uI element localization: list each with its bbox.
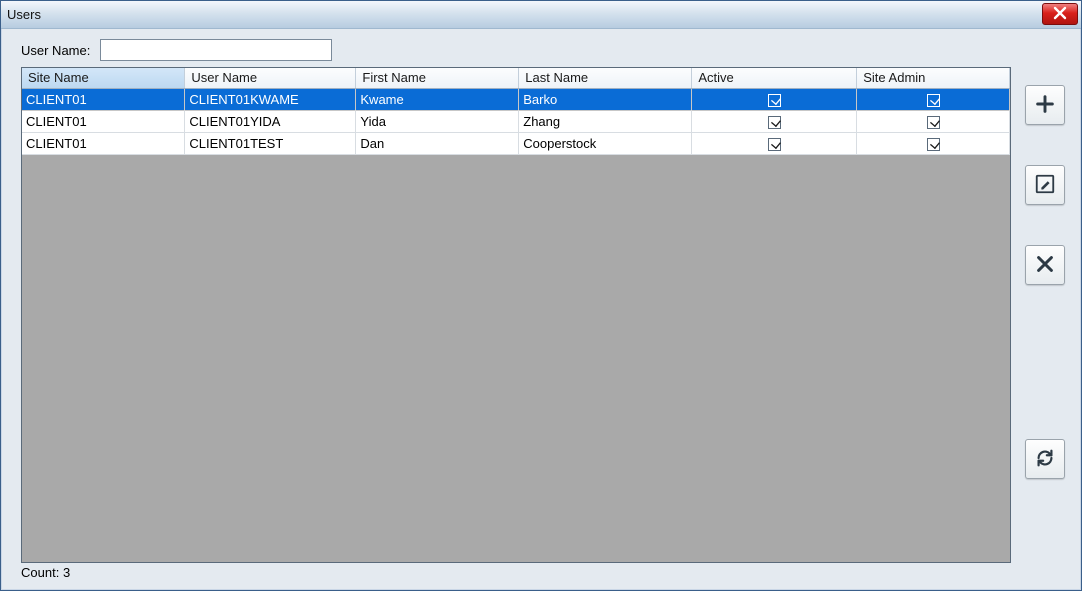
cell-last-name: Zhang bbox=[519, 110, 692, 132]
cell-site-admin bbox=[857, 132, 1010, 154]
plus-icon bbox=[1034, 93, 1056, 118]
cell-active bbox=[692, 132, 857, 154]
cell-first-name: Kwame bbox=[356, 88, 519, 110]
table-row[interactable]: CLIENT01CLIENT01TESTDanCooperstock bbox=[22, 132, 1010, 154]
cell-first-name: Dan bbox=[356, 132, 519, 154]
cell-site-name: CLIENT01 bbox=[22, 132, 185, 154]
column-header-site-name[interactable]: Site Name bbox=[22, 68, 185, 88]
checkbox-active[interactable] bbox=[768, 138, 781, 151]
cell-site-name: CLIENT01 bbox=[22, 110, 185, 132]
close-button[interactable] bbox=[1042, 3, 1078, 25]
window-body: User Name: Site NameUser NameFirst NameL… bbox=[1, 29, 1081, 590]
add-button[interactable] bbox=[1025, 85, 1065, 125]
delete-button[interactable] bbox=[1025, 245, 1065, 285]
checkbox-site-admin[interactable] bbox=[927, 138, 940, 151]
count-value: 3 bbox=[63, 565, 70, 580]
checkbox-active[interactable] bbox=[768, 116, 781, 129]
row-count: Count: 3 bbox=[21, 565, 1011, 580]
titlebar: Users bbox=[1, 1, 1081, 29]
column-header-first-name[interactable]: First Name bbox=[356, 68, 519, 88]
cell-user-name: CLIENT01KWAME bbox=[185, 88, 356, 110]
checkbox-active[interactable] bbox=[768, 94, 781, 107]
side-toolbar bbox=[1025, 85, 1067, 285]
count-label: Count: bbox=[21, 565, 59, 580]
cell-user-name: CLIENT01TEST bbox=[185, 132, 356, 154]
column-header-site-admin[interactable]: Site Admin bbox=[857, 68, 1010, 88]
cell-first-name: Yida bbox=[356, 110, 519, 132]
window-title: Users bbox=[7, 7, 41, 22]
users-window: Users User Name: Site NameUser NameFirst… bbox=[0, 0, 1082, 591]
pencil-icon bbox=[1034, 173, 1056, 198]
close-icon bbox=[1053, 6, 1067, 23]
table-row[interactable]: CLIENT01CLIENT01KWAMEKwameBarko bbox=[22, 88, 1010, 110]
cell-user-name: CLIENT01YIDA bbox=[185, 110, 356, 132]
cell-last-name: Barko bbox=[519, 88, 692, 110]
cell-site-admin bbox=[857, 110, 1010, 132]
cell-site-admin bbox=[857, 88, 1010, 110]
filter-row: User Name: bbox=[21, 39, 1011, 61]
cell-active bbox=[692, 110, 857, 132]
checkbox-site-admin[interactable] bbox=[927, 116, 940, 129]
refresh-slot bbox=[1025, 439, 1067, 479]
edit-button[interactable] bbox=[1025, 165, 1065, 205]
table-row[interactable]: CLIENT01CLIENT01YIDAYidaZhang bbox=[22, 110, 1010, 132]
column-header-user-name[interactable]: User Name bbox=[185, 68, 356, 88]
users-table: Site NameUser NameFirst NameLast NameAct… bbox=[22, 68, 1010, 155]
cell-site-name: CLIENT01 bbox=[22, 88, 185, 110]
checkbox-site-admin[interactable] bbox=[927, 94, 940, 107]
users-grid[interactable]: Site NameUser NameFirst NameLast NameAct… bbox=[21, 67, 1011, 563]
cell-last-name: Cooperstock bbox=[519, 132, 692, 154]
column-header-active[interactable]: Active bbox=[692, 68, 857, 88]
table-header-row: Site NameUser NameFirst NameLast NameAct… bbox=[22, 68, 1010, 88]
cell-active bbox=[692, 88, 857, 110]
column-header-last-name[interactable]: Last Name bbox=[519, 68, 692, 88]
x-icon bbox=[1034, 253, 1056, 278]
refresh-button[interactable] bbox=[1025, 439, 1065, 479]
user-name-filter-input[interactable] bbox=[100, 39, 332, 61]
user-name-filter-label: User Name: bbox=[21, 43, 90, 58]
refresh-icon bbox=[1034, 447, 1056, 472]
